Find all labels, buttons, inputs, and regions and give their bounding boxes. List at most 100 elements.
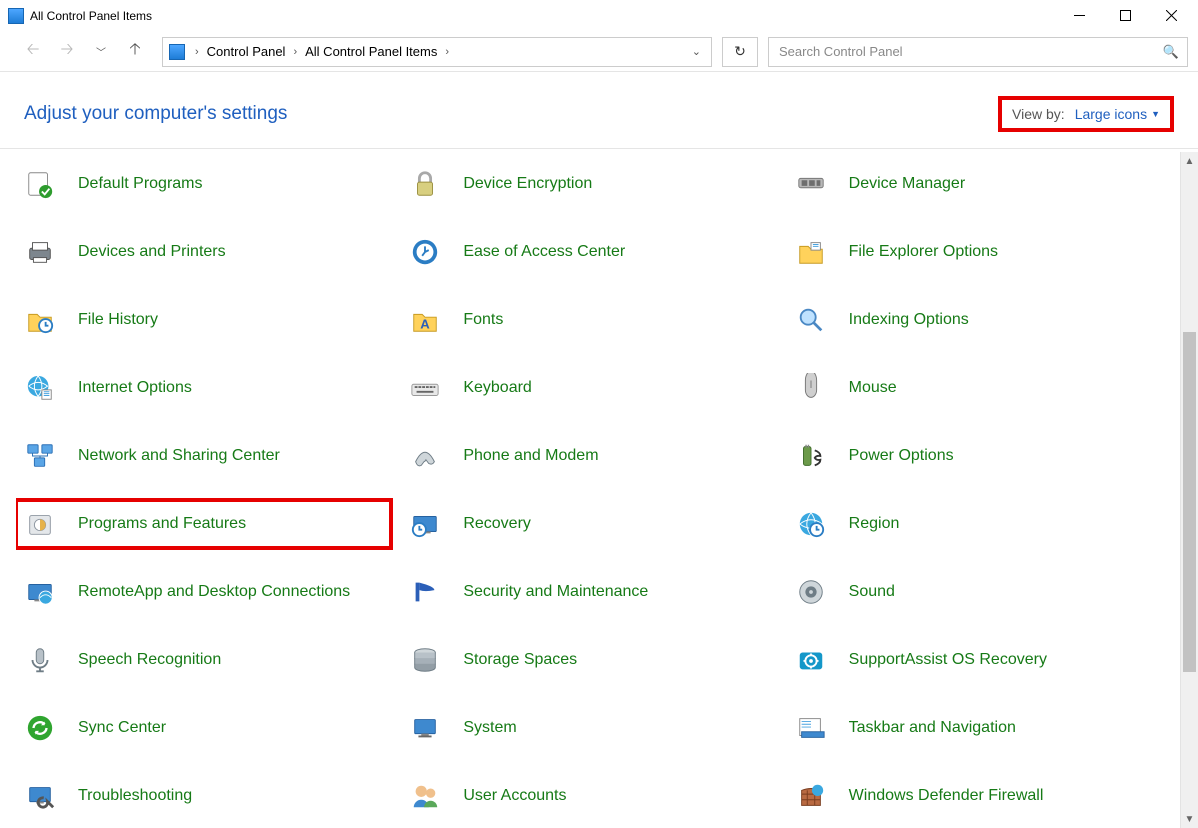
minimize-button[interactable] [1056, 1, 1102, 31]
control-panel-item[interactable]: Device Manager [787, 160, 1162, 208]
fonts-icon: A [401, 300, 449, 340]
control-panel-item[interactable]: Programs and Features [16, 500, 391, 548]
control-panel-item-label: Keyboard [463, 378, 532, 398]
chevron-right-icon[interactable]: › [441, 46, 453, 58]
control-panel-item-label: Phone and Modem [463, 446, 598, 466]
control-panel-item-label: Devices and Printers [78, 242, 226, 262]
control-panel-item[interactable]: Storage Spaces [401, 636, 776, 684]
indexing-options-icon [787, 300, 835, 340]
control-panel-item-label: Fonts [463, 310, 503, 330]
control-panel-item[interactable]: Phone and Modem [401, 432, 776, 480]
search-icon[interactable]: 🔍 [1163, 44, 1179, 60]
control-panel-item[interactable]: Indexing Options [787, 296, 1162, 344]
control-panel-item-label: Indexing Options [849, 310, 969, 330]
sync-center-icon [16, 708, 64, 748]
control-panel-item[interactable]: A Fonts [401, 296, 776, 344]
content-header: Adjust your computer's settings View by:… [0, 72, 1198, 149]
control-panel-item[interactable]: Troubleshooting [16, 772, 391, 820]
default-programs-icon [16, 164, 64, 204]
control-panel-item[interactable]: Ease of Access Center [401, 228, 776, 276]
scroll-down-icon[interactable]: ▼ [1181, 810, 1198, 828]
control-panel-item[interactable]: Internet Options [16, 364, 391, 412]
control-panel-item[interactable]: Mouse [787, 364, 1162, 412]
items-scroll-area: Default Programs Device Encryption Device … [16, 160, 1172, 828]
taskbar-navigation-icon [787, 708, 835, 748]
control-panel-item[interactable]: Region [787, 500, 1162, 548]
view-by-value-text: Large icons [1075, 106, 1147, 122]
control-panel-item[interactable]: Recovery [401, 500, 776, 548]
control-panel-item-label: Network and Sharing Center [78, 446, 280, 466]
search-box[interactable]: 🔍 [768, 37, 1188, 67]
back-button[interactable]: 🡠 [18, 37, 48, 67]
chevron-right-icon[interactable]: › [191, 46, 203, 58]
caret-down-icon: ▼ [1151, 109, 1160, 119]
mouse-icon [787, 368, 835, 408]
search-input[interactable] [777, 43, 1163, 60]
device-encryption-icon [401, 164, 449, 204]
ease-of-access-icon [401, 232, 449, 272]
forward-button[interactable]: 🡢 [52, 37, 82, 67]
items-grid: Default Programs Device Encryption Device … [16, 160, 1172, 828]
control-panel-item-label: SupportAssist OS Recovery [849, 650, 1047, 670]
control-panel-item-label: Sound [849, 582, 895, 602]
control-panel-item-label: Internet Options [78, 378, 192, 398]
control-panel-item[interactable]: User Accounts [401, 772, 776, 820]
control-panel-item-label: Troubleshooting [78, 786, 192, 806]
control-panel-item[interactable]: Windows Defender Firewall [787, 772, 1162, 820]
nav-row: 🡠 🡢 ﹀ 🡡 › Control Panel › All Control Pa… [0, 32, 1198, 72]
control-panel-item-label: Recovery [463, 514, 531, 534]
address-dropdown-icon[interactable]: ⌄ [688, 45, 705, 58]
control-panel-item[interactable]: Speech Recognition [16, 636, 391, 684]
address-bar[interactable]: › Control Panel › All Control Panel Item… [162, 37, 712, 67]
titlebar: All Control Panel Items [0, 0, 1198, 32]
control-panel-item[interactable]: Devices and Printers [16, 228, 391, 276]
control-panel-item[interactable]: Power Options [787, 432, 1162, 480]
control-panel-item[interactable]: Keyboard [401, 364, 776, 412]
control-panel-item[interactable]: File History [16, 296, 391, 344]
supportassist-icon [787, 640, 835, 680]
control-panel-item-label: RemoteApp and Desktop Connections [78, 582, 350, 602]
view-by-label: View by: [1012, 106, 1065, 122]
control-panel-item[interactable]: File Explorer Options [787, 228, 1162, 276]
control-panel-item[interactable]: Security and Maintenance [401, 568, 776, 616]
svg-text:A: A [421, 316, 431, 331]
user-accounts-icon [401, 776, 449, 816]
chevron-right-icon[interactable]: › [289, 46, 301, 58]
control-panel-item-label: File History [78, 310, 158, 330]
control-panel-item-label: Device Encryption [463, 174, 592, 194]
view-by-value[interactable]: Large icons ▼ [1075, 106, 1160, 122]
scroll-up-icon[interactable]: ▲ [1181, 152, 1198, 170]
address-bar-icon [169, 44, 185, 60]
maximize-button[interactable] [1102, 1, 1148, 31]
control-panel-item-label: User Accounts [463, 786, 566, 806]
control-panel-item[interactable]: Default Programs [16, 160, 391, 208]
control-panel-item[interactable]: SupportAssist OS Recovery [787, 636, 1162, 684]
file-explorer-options-icon [787, 232, 835, 272]
scroll-thumb[interactable] [1183, 332, 1196, 672]
window-controls [1056, 1, 1194, 31]
recovery-icon [401, 504, 449, 544]
breadcrumb-control-panel[interactable]: Control Panel [203, 44, 290, 59]
refresh-button[interactable]: ↻ [722, 37, 758, 67]
control-panel-item[interactable]: Device Encryption [401, 160, 776, 208]
control-panel-item-label: System [463, 718, 516, 738]
phone-modem-icon [401, 436, 449, 476]
control-panel-item[interactable]: RemoteApp and Desktop Connections [16, 568, 391, 616]
control-panel-item[interactable]: System [401, 704, 776, 752]
control-panel-item-label: Sync Center [78, 718, 166, 738]
view-by-control[interactable]: View by: Large icons ▼ [998, 96, 1174, 132]
control-panel-item-label: Speech Recognition [78, 650, 221, 670]
close-button[interactable] [1148, 1, 1194, 31]
breadcrumb-all-items[interactable]: All Control Panel Items [301, 44, 441, 59]
control-panel-item[interactable]: Sync Center [16, 704, 391, 752]
control-panel-item[interactable]: Taskbar and Navigation [787, 704, 1162, 752]
speech-recognition-icon [16, 640, 64, 680]
power-options-icon [787, 436, 835, 476]
recent-locations-button[interactable]: ﹀ [86, 37, 116, 67]
control-panel-item[interactable]: Network and Sharing Center [16, 432, 391, 480]
up-button[interactable]: 🡡 [120, 37, 150, 67]
vertical-scrollbar[interactable]: ▲ ▼ [1180, 152, 1198, 828]
control-panel-item-label: Mouse [849, 378, 897, 398]
devices-printers-icon [16, 232, 64, 272]
control-panel-item[interactable]: Sound [787, 568, 1162, 616]
